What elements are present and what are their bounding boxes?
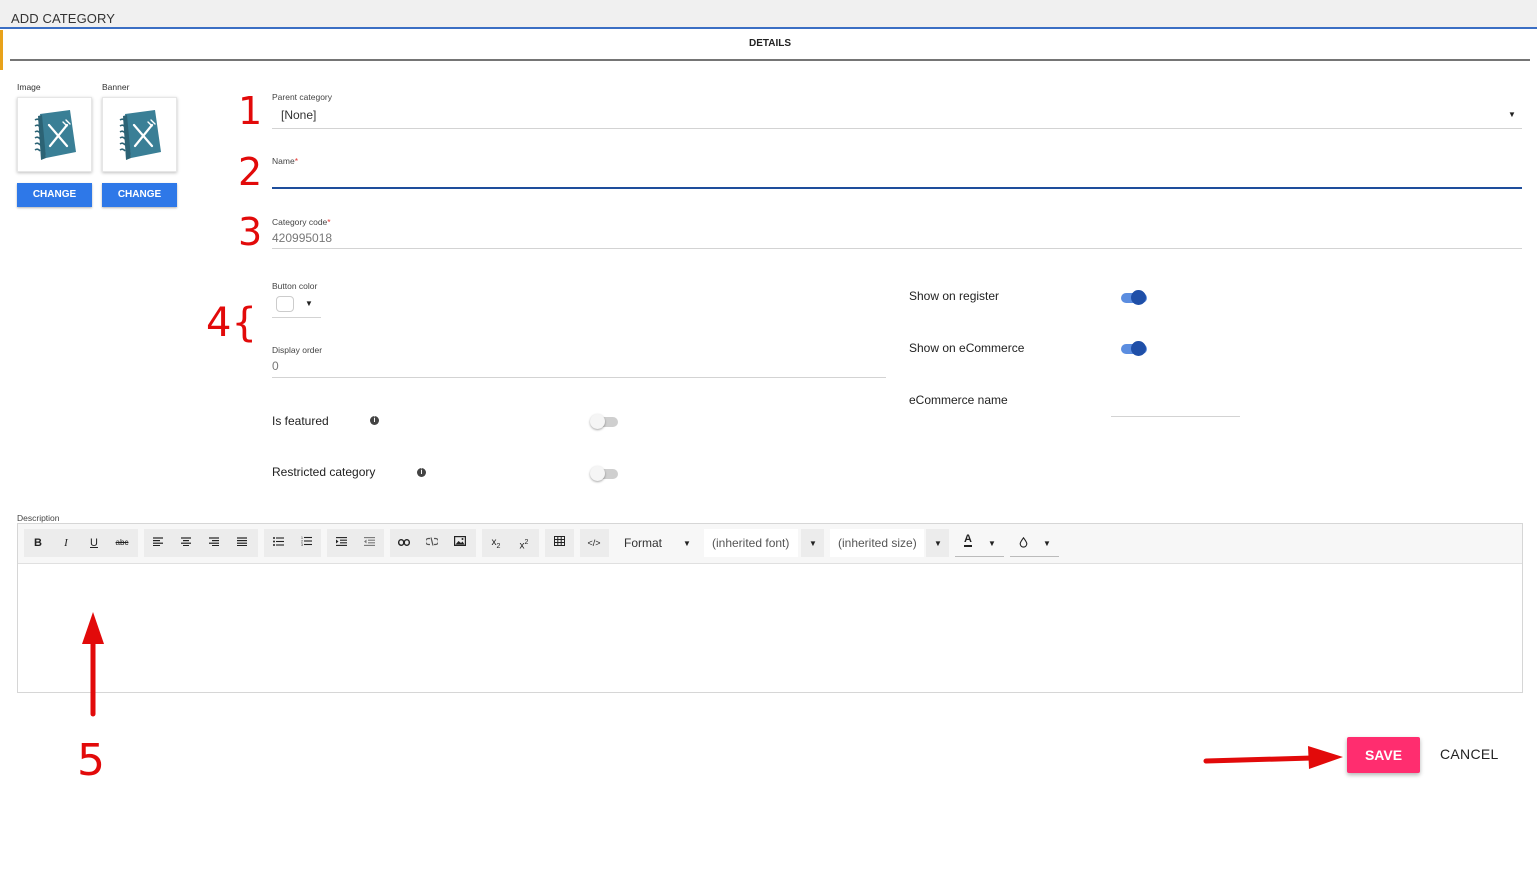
arrow-up-to-description <box>82 612 104 717</box>
annotation-arrows <box>82 612 1343 769</box>
arrow-to-save-button <box>1203 746 1343 769</box>
add-category-window: ADD CATEGORY DETAILS Image Banner CHANGE… <box>0 0 1537 884</box>
